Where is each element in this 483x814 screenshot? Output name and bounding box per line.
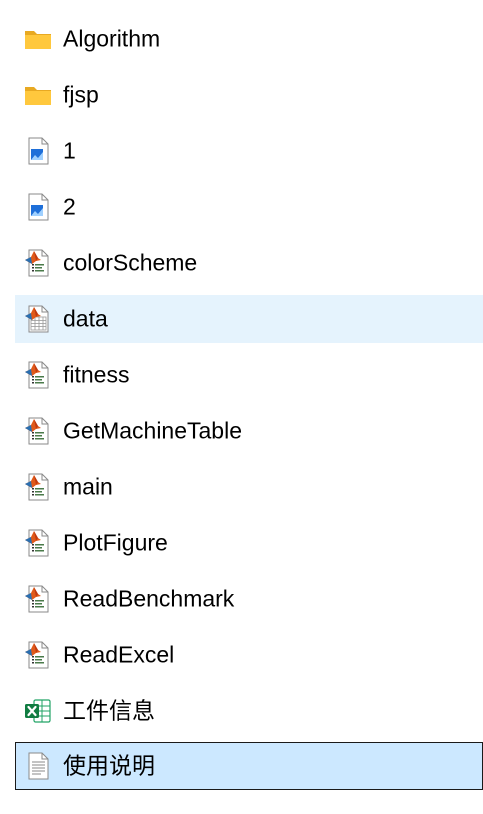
file-item-data[interactable]: data xyxy=(15,295,483,343)
file-item-1[interactable]: 1 xyxy=(15,127,483,175)
file-name: ReadExcel xyxy=(63,641,175,668)
text-file-icon xyxy=(28,752,49,780)
matlab-file-icon xyxy=(25,641,49,669)
file-name: 使用说明 xyxy=(63,752,155,779)
file-name: Algorithm xyxy=(63,25,161,52)
matlab-file-icon xyxy=(25,361,49,389)
file-name: PlotFigure xyxy=(63,529,168,556)
file-name: fitness xyxy=(63,361,130,388)
image-file-icon xyxy=(28,193,49,221)
file-name: ReadBenchmark xyxy=(63,585,235,612)
matlab-file-icon xyxy=(25,585,49,613)
image-file-icon xyxy=(28,137,49,165)
file-item-readme[interactable]: 使用说明 xyxy=(15,742,483,790)
file-item-getmachinetable[interactable]: GetMachineTable xyxy=(15,407,483,455)
excel-file-icon xyxy=(25,699,51,723)
matlab-file-icon xyxy=(25,417,49,445)
matlab-file-icon xyxy=(25,249,49,277)
folder-icon xyxy=(25,87,51,105)
file-name: colorScheme xyxy=(63,249,198,276)
file-item-plotfigure[interactable]: PlotFigure xyxy=(15,519,483,567)
matlab-file-icon xyxy=(25,529,49,557)
file-name: fjsp xyxy=(63,81,99,108)
matlab-file-icon xyxy=(25,473,49,501)
file-name: 2 xyxy=(63,193,76,220)
folder-icon xyxy=(25,31,51,49)
file-item-main[interactable]: main xyxy=(15,463,483,511)
file-item-excel-workpiece-info[interactable]: 工件信息 xyxy=(15,687,483,735)
file-item-readexcel[interactable]: ReadExcel xyxy=(15,631,483,679)
file-name: data xyxy=(63,305,108,332)
file-item-2[interactable]: 2 xyxy=(15,183,483,231)
file-item-readbenchmark[interactable]: ReadBenchmark xyxy=(15,575,483,623)
file-item-fitness[interactable]: fitness xyxy=(15,351,483,399)
file-item-algorithm[interactable]: Algorithm xyxy=(15,15,483,63)
file-name: GetMachineTable xyxy=(63,417,242,444)
file-item-fjsp[interactable]: fjsp xyxy=(15,71,483,119)
file-item-colorscheme[interactable]: colorScheme xyxy=(15,239,483,287)
file-name: 工件信息 xyxy=(63,697,155,724)
file-name: main xyxy=(63,473,113,500)
file-name: 1 xyxy=(63,137,76,164)
matlab-data-file-icon xyxy=(25,305,49,333)
